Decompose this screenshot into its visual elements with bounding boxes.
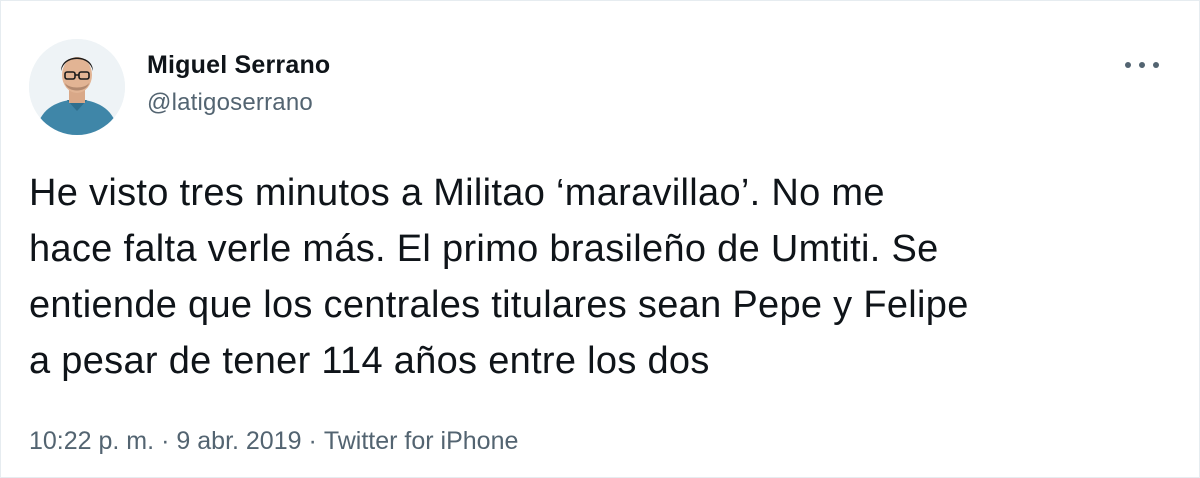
separator: · [308,427,317,455]
dot [1139,62,1145,68]
more-options-icon[interactable] [1125,53,1159,77]
tweet-time[interactable]: 10:22 p. m. [29,427,154,455]
tweet-card: Miguel Serrano @latigoserrano He visto t… [0,0,1200,478]
avatar[interactable] [29,39,125,135]
tweet-date[interactable]: 9 abr. 2019 [176,427,301,455]
tweet-text-line: hace falta verle más. El primo brasileño… [29,228,939,270]
tweet-source[interactable]: Twitter for iPhone [324,427,519,455]
tweet-text: He visto tres minutos a Militao ‘maravil… [29,165,1179,389]
tweet-metadata: 10:22 p. m. · 9 abr. 2019 · Twitter for iPho… [29,425,518,457]
tweet-text-line: He visto tres minutos a Militao ‘maravil… [29,172,885,214]
separator: · [161,427,170,455]
user-info: Miguel Serrano @latigoserrano [147,49,330,119]
user-handle[interactable]: @latigoserrano [147,87,330,119]
tweet-text-line: entiende que los centrales titulares sea… [29,284,969,326]
tweet-text-line: a pesar de tener 114 años entre los dos [29,340,710,382]
display-name[interactable]: Miguel Serrano [147,49,330,81]
dot [1125,62,1131,68]
avatar-photo-icon [29,39,125,135]
dot [1153,62,1159,68]
